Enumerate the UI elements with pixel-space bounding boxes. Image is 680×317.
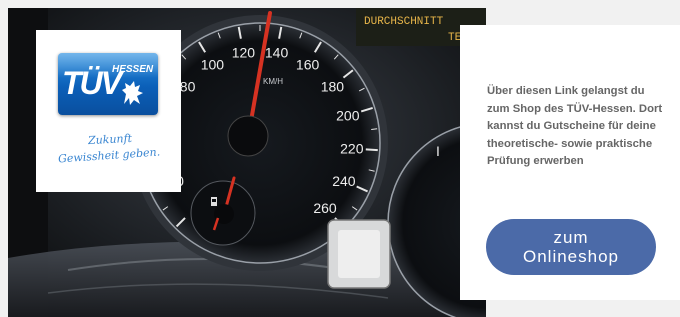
online-shop-button-line1: zum	[553, 228, 589, 247]
speed-tick-label: 200	[336, 108, 360, 124]
info-card: Über diesen Link gelangst du zum Shop de…	[460, 25, 680, 300]
speed-tick-label: 100	[201, 56, 225, 72]
speed-tick-label: 80	[180, 78, 196, 94]
speed-tick-label: 160	[296, 56, 320, 72]
online-shop-button[interactable]: zum Onlineshop	[486, 219, 656, 275]
tuv-hessen-logo-card: TÜV HESSEN Zukunft Gewissheit geben.	[36, 30, 181, 192]
hessen-lion-icon	[122, 81, 143, 105]
fuel-pump-icon	[211, 197, 217, 206]
speed-tick-label: 180	[321, 78, 345, 94]
logo-slogan-line2: Gewissheit geben.	[57, 145, 161, 166]
speed-tick-label: 120	[232, 45, 256, 61]
logo-region: HESSEN	[112, 64, 154, 75]
speed-tick-label: 140	[265, 45, 289, 61]
info-description: Über diesen Link gelangst du zum Shop de…	[487, 85, 663, 167]
tuv-banner: DURCHSCHNITT TE 020406080100120140160180…	[0, 0, 680, 317]
online-shop-button-line2: Onlineshop	[522, 247, 619, 266]
speed-tick-label: 240	[332, 173, 356, 189]
trip-display-text: DURCHSCHNITT	[364, 16, 444, 28]
logo-slogan-line1: Zukunft	[87, 131, 133, 148]
speed-unit: KM/H	[263, 77, 283, 86]
needle-hub	[227, 115, 269, 157]
svg-text:I: I	[436, 143, 440, 159]
speed-tick	[365, 148, 378, 152]
tuv-hessen-logo: TÜV HESSEN	[58, 53, 158, 115]
speed-tick-label: 260	[313, 200, 337, 216]
speed-tick-label: 220	[340, 141, 364, 157]
